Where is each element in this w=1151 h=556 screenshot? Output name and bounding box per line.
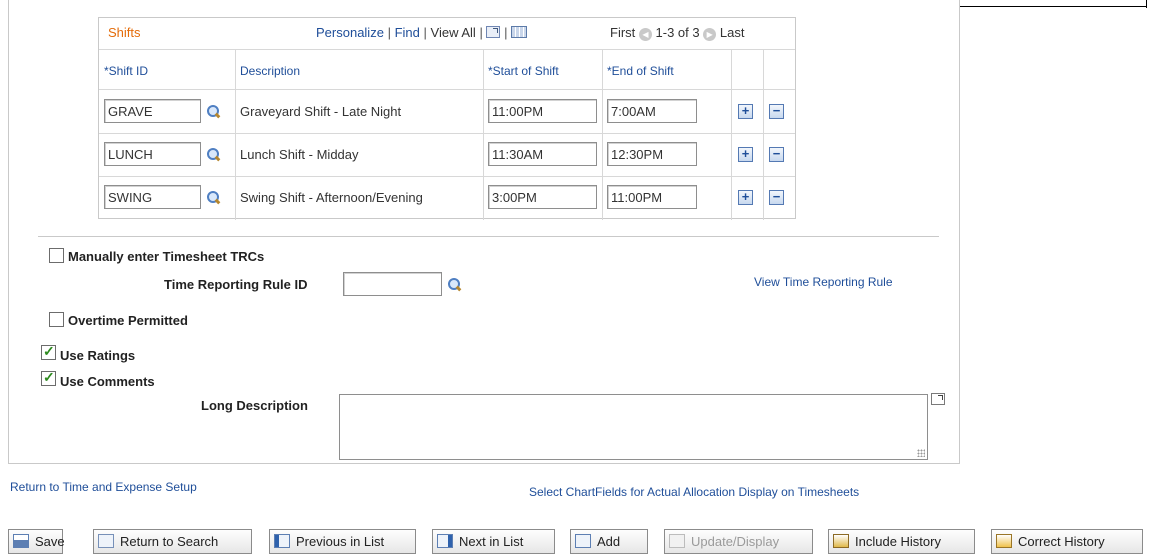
start-of-shift-input[interactable] <box>488 185 597 209</box>
col-header-end[interactable]: *End of Shift <box>607 64 674 78</box>
pager-range: 1-3 of 3 <box>655 25 700 40</box>
nav-separator: | <box>479 25 483 40</box>
add-button[interactable]: Add <box>570 529 648 554</box>
grid-title: Shifts <box>108 25 141 40</box>
grid-column-headers: *Shift ID Description *Start of Shift *E… <box>99 49 795 89</box>
update-display-button[interactable]: Update/Display <box>664 529 813 554</box>
correct-history-icon <box>996 534 1012 548</box>
last-label[interactable]: Last <box>720 25 745 40</box>
chartfields-link[interactable]: Select ChartFields for Actual Allocation… <box>529 485 859 499</box>
grid-nav: Personalize | Find | View All | | <box>316 25 528 40</box>
next-label: Next in List <box>459 534 524 549</box>
correct-history-label: Correct History <box>1018 534 1105 549</box>
section-divider <box>38 236 939 237</box>
view-trr-link[interactable]: View Time Reporting Rule <box>754 275 893 289</box>
next-icon <box>437 534 453 548</box>
delete-row-button[interactable]: − <box>769 147 784 162</box>
download-to-excel-icon[interactable] <box>511 26 528 38</box>
manual-trc-checkbox[interactable] <box>49 248 64 263</box>
save-button[interactable]: Save <box>8 529 65 554</box>
long-description-label: Long Description <box>201 398 308 413</box>
row-divider <box>99 89 795 90</box>
first-label[interactable]: First <box>610 25 635 40</box>
overtime-checkbox[interactable] <box>49 312 64 327</box>
shift-id-input[interactable] <box>104 99 201 123</box>
shift-description: Graveyard Shift - Late Night <box>240 104 402 119</box>
use-ratings-label: Use Ratings <box>60 348 136 363</box>
personalize-link[interactable]: Personalize <box>316 25 384 40</box>
long-description-textarea[interactable] <box>339 394 928 460</box>
shift-id-input[interactable] <box>104 142 201 166</box>
previous-icon <box>274 534 290 548</box>
add-row-button[interactable]: + <box>738 104 753 119</box>
delete-row-button[interactable]: − <box>769 190 784 205</box>
include-history-label: Include History <box>855 534 941 549</box>
lookup-icon[interactable] <box>205 104 221 120</box>
previous-arrow-icon[interactable]: ◀ <box>638 28 652 41</box>
search-icon <box>98 534 114 548</box>
zoom-grid-icon[interactable] <box>486 26 501 38</box>
col-header-start[interactable]: *Start of Shift <box>488 64 559 78</box>
save-label: Save <box>35 534 65 549</box>
column-divider <box>602 49 603 220</box>
frame-edge-line <box>1146 0 1147 8</box>
add-row-button[interactable]: + <box>738 190 753 205</box>
shift-id-input[interactable] <box>104 185 201 209</box>
delete-row-button[interactable]: − <box>769 104 784 119</box>
add-icon <box>575 534 591 548</box>
trr-id-input[interactable] <box>343 272 442 296</box>
include-history-icon <box>833 534 849 548</box>
col-header-description[interactable]: Description <box>240 64 300 78</box>
column-divider <box>731 49 732 220</box>
end-of-shift-input[interactable] <box>607 99 697 123</box>
return-to-search-label: Return to Search <box>120 534 219 549</box>
save-icon <box>13 534 29 548</box>
start-of-shift-input[interactable] <box>488 99 597 123</box>
update-display-icon <box>669 534 685 548</box>
view-all-link[interactable]: View All <box>431 25 476 40</box>
nav-separator: | <box>387 25 391 40</box>
trr-id-label: Time Reporting Rule ID <box>164 277 308 292</box>
page-toolbar: Save Return to Search Previous in List N… <box>0 529 1151 556</box>
return-to-setup-link[interactable]: Return to Time and Expense Setup <box>10 480 197 494</box>
lookup-icon[interactable] <box>205 190 221 206</box>
update-display-label: Update/Display <box>691 534 780 549</box>
lookup-icon[interactable] <box>205 147 221 163</box>
frame-edge-line <box>960 6 1146 7</box>
add-row-button[interactable]: + <box>738 147 753 162</box>
shifts-grid: Shifts Personalize | Find | View All | |… <box>98 17 796 220</box>
start-of-shift-input[interactable] <box>488 142 597 166</box>
row-divider <box>99 133 795 134</box>
use-ratings-checkbox[interactable] <box>41 343 56 360</box>
use-comments-checkbox[interactable] <box>41 369 56 386</box>
nav-separator: | <box>504 25 508 40</box>
previous-label: Previous in List <box>296 534 385 549</box>
next-in-list-button[interactable]: Next in List <box>432 529 555 554</box>
expand-text-icon[interactable] <box>931 393 945 405</box>
grid-header: Shifts Personalize | Find | View All | |… <box>99 18 795 46</box>
col-header-shift-id[interactable]: *Shift ID <box>104 64 148 78</box>
find-link[interactable]: Find <box>395 25 420 40</box>
nav-separator: | <box>423 25 427 40</box>
add-label: Add <box>597 534 621 549</box>
lookup-icon[interactable] <box>446 277 462 293</box>
column-divider <box>235 49 236 220</box>
grid-pager: First ◀ 1-3 of 3 ▶ Last <box>610 25 744 41</box>
include-history-button[interactable]: Include History <box>828 529 975 554</box>
shift-description: Lunch Shift - Midday <box>240 147 359 162</box>
correct-history-button[interactable]: Correct History <box>991 529 1143 554</box>
row-divider <box>99 176 795 177</box>
overtime-label: Overtime Permitted <box>68 313 188 328</box>
use-comments-label: Use Comments <box>60 374 155 389</box>
next-arrow-icon[interactable]: ▶ <box>703 28 717 41</box>
column-divider <box>763 49 764 220</box>
shift-description: Swing Shift - Afternoon/Evening <box>240 190 423 205</box>
return-to-search-button[interactable]: Return to Search <box>93 529 252 554</box>
end-of-shift-input[interactable] <box>607 142 697 166</box>
column-divider <box>483 49 484 220</box>
previous-in-list-button[interactable]: Previous in List <box>269 529 416 554</box>
end-of-shift-input[interactable] <box>607 185 697 209</box>
manual-trc-label: Manually enter Timesheet TRCs <box>68 249 265 264</box>
